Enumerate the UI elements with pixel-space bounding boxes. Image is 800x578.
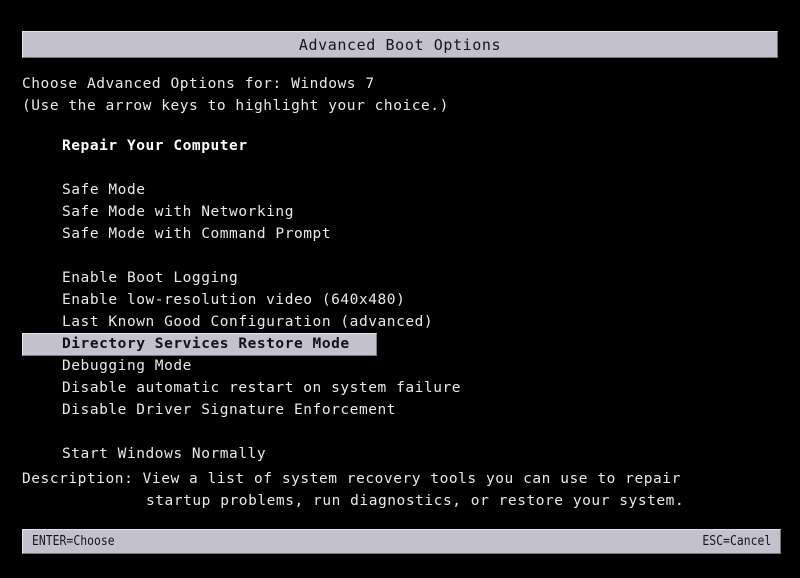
menu-group-spacer — [0, 422, 800, 444]
menu-item[interactable]: Enable low-resolution video (640x480) — [0, 290, 800, 312]
menu-item-label: Safe Mode with Command Prompt — [62, 226, 332, 242]
prompt-line-os: Choose Advanced Options for: Windows 7 — [22, 76, 375, 92]
menu-item[interactable]: Disable Driver Signature Enforcement — [0, 400, 800, 422]
page-title: Advanced Boot Options — [298, 35, 502, 54]
menu-item-label: Safe Mode with Networking — [62, 204, 294, 220]
menu-item[interactable]: Safe Mode with Command Prompt — [0, 224, 800, 246]
menu-item-label: Disable Driver Signature Enforcement — [62, 402, 397, 418]
esc-cancel-hint[interactable]: ESC=Cancel — [702, 534, 771, 549]
status-bar: ENTER=Choose ESC=Cancel — [22, 529, 781, 554]
menu-item[interactable]: Start Windows Normally — [0, 444, 800, 466]
boot-options-screen: Advanced Boot Options Choose Advanced Op… — [0, 0, 800, 578]
menu-item[interactable]: Disable automatic restart on system fail… — [0, 378, 800, 400]
menu-item[interactable]: Safe Mode with Networking — [0, 202, 800, 224]
menu-item-label: Safe Mode — [62, 182, 146, 198]
menu-item[interactable]: Enable Boot Logging — [0, 268, 800, 290]
menu-item[interactable]: Repair Your Computer — [0, 136, 800, 158]
menu-item[interactable]: Directory Services Restore Mode — [0, 333, 800, 356]
menu-item-label: Start Windows Normally — [62, 446, 267, 462]
prompt-line-instruction: (Use the arrow keys to highlight your ch… — [22, 98, 449, 114]
menu-item-label: Debugging Mode — [62, 358, 192, 374]
boot-options-menu: Repair Your Computer Safe Mode Safe Mode w… — [0, 136, 800, 466]
menu-item[interactable]: Safe Mode — [0, 180, 800, 202]
menu-item-label: Last Known Good Configuration (advanced) — [62, 314, 434, 330]
description-line-1: Description: View a list of system recov… — [22, 471, 681, 487]
menu-item[interactable]: Last Known Good Configuration (advanced) — [0, 312, 800, 334]
menu-item[interactable]: Debugging Mode — [0, 356, 800, 378]
menu-item-label: Enable Boot Logging — [62, 270, 239, 286]
menu-item-label: Enable low-resolution video (640x480) — [62, 292, 406, 308]
menu-item-label: Directory Services Restore Mode — [62, 336, 350, 352]
menu-group-spacer — [0, 246, 800, 268]
description-line-2: startup problems, run diagnostics, or re… — [146, 493, 685, 509]
title-bar: Advanced Boot Options — [22, 31, 778, 58]
menu-item-label: Repair Your Computer — [62, 138, 248, 154]
menu-item-label: Disable automatic restart on system fail… — [62, 380, 462, 396]
menu-group-spacer — [0, 158, 800, 180]
enter-choose-hint[interactable]: ENTER=Choose — [32, 534, 115, 549]
